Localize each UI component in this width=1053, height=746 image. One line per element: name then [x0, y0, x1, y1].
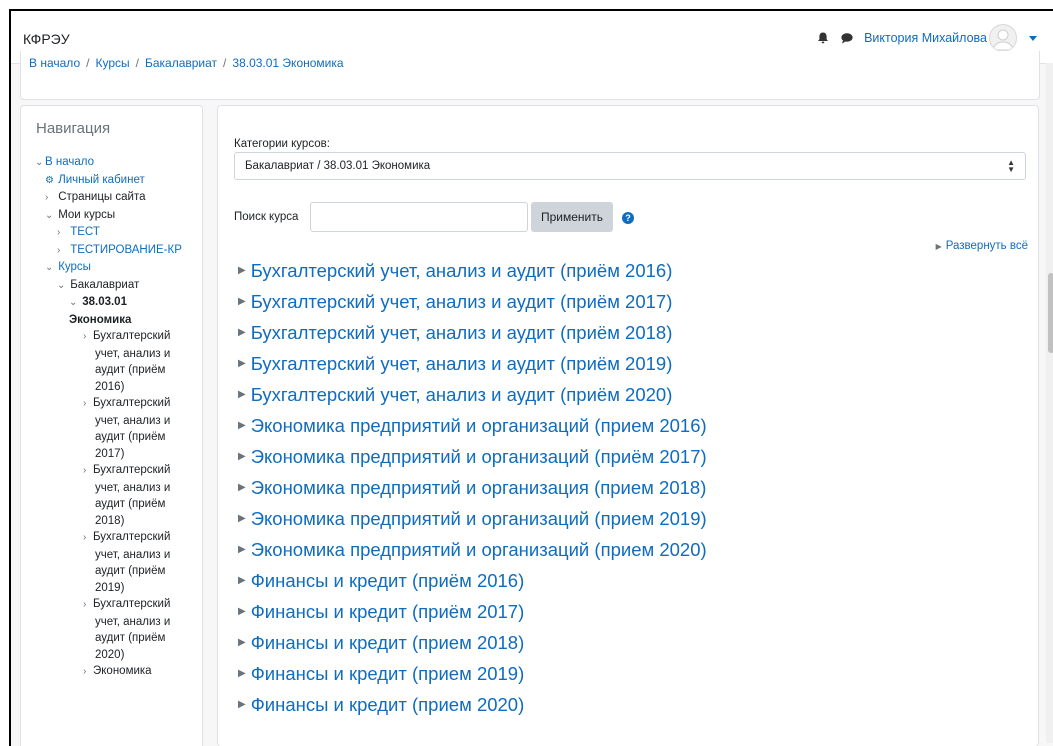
list-item[interactable]: ▶ Экономика предприятий и организаций (пр… — [238, 410, 707, 441]
user-menu-area: Виктория Михайлова — [816, 24, 1037, 52]
breadcrumb-bachelor[interactable]: Бакалавриат — [145, 56, 217, 70]
breadcrumb-current[interactable]: 38.03.01 Экономика — [232, 56, 343, 70]
chevron-right-icon: › — [83, 599, 87, 610]
triangle-right-icon: ▶ — [238, 605, 246, 617]
chevron-right-icon: › — [57, 244, 61, 256]
triangle-right-icon: ▶ — [238, 450, 246, 462]
expand-all-link[interactable]: ▶ Развернуть всё — [936, 240, 1028, 252]
triangle-right-icon: ▶ — [238, 512, 246, 524]
triangle-right-icon: ▶ — [238, 264, 246, 276]
browser-frame: КФРЭУ Виктория Михайлова В начало / Курсы /… — [9, 9, 1053, 746]
list-item[interactable]: ▶ Бухгалтерский учет, анализ и аудит (при… — [238, 286, 707, 317]
list-item[interactable]: ▶ Финансы и кредит (прием 2020) — [238, 689, 707, 720]
chevron-down-icon: ⌄ — [45, 209, 54, 221]
apply-button[interactable]: Применить — [531, 202, 613, 232]
list-item[interactable]: ▶ Экономика предприятий и организаций (пр… — [238, 441, 707, 472]
nav-courses[interactable]: ⌄ Курсы — [35, 259, 199, 277]
triangle-right-icon: ▶ — [238, 357, 246, 369]
nav-site-pages[interactable]: › Страницы сайта — [35, 189, 199, 207]
course-list: ▶ Бухгалтерский учет, анализ и аудит (при… — [238, 255, 707, 720]
triangle-right-icon: ▶ — [238, 326, 246, 338]
triangle-right-icon: ▶ — [935, 242, 942, 251]
list-item[interactable]: ▶ Экономика предприятий и организаций (пр… — [238, 503, 707, 534]
bell-icon[interactable] — [816, 31, 830, 45]
triangle-right-icon: ▶ — [238, 574, 246, 586]
select-arrows-icon: ▲ ▼ — [1007, 158, 1015, 174]
list-item[interactable]: ▶ Экономика предприятий и организаций (пр… — [238, 534, 707, 565]
page-header: В начало / Курсы / Бакалавриат/38.03.01 Экон… — [20, 51, 1040, 100]
triangle-right-icon: ▶ — [238, 667, 246, 679]
chevron-down-icon: ⌄ — [69, 297, 78, 308]
nav-sub-item[interactable]: › Бухгалтерский учет, анализ и аудит (приём… — [35, 596, 199, 663]
list-item[interactable]: ▶ Бухгалтерский учет, анализ и аудит (при… — [238, 317, 707, 348]
chevron-down-icon: ⌄ — [35, 157, 44, 168]
nav-sub-item[interactable]: › Бухгалтерский учет, анализ и аудит (приём… — [35, 529, 199, 596]
triangle-right-icon: ▶ — [238, 419, 246, 431]
chevron-right-icon: › — [83, 532, 87, 543]
list-item[interactable]: ▶ Бухгалтерский учет, анализ и аудит (при… — [238, 348, 707, 379]
breadcrumb: В начало / Курсы / Бакалавриат/38.03.01 Экон… — [29, 56, 344, 70]
nav-my-course-testing[interactable]: › ТЕСТИРОВАНИЕ-КР — [35, 242, 199, 260]
search-label: Поиск курса — [234, 211, 299, 223]
list-item[interactable]: ▶ Финансы и кредит (приём 2017) — [238, 596, 707, 627]
chat-icon[interactable] — [840, 31, 854, 45]
list-item[interactable]: ▶ Экономика предприятий и организация (пр… — [238, 472, 707, 503]
nav-dashboard[interactable]: ⚙ Личный кабинет — [35, 172, 199, 190]
course-category-panel: Категории курсов: Бакалавриат / 38.03.01… — [217, 105, 1039, 746]
help-icon[interactable]: ? — [622, 212, 634, 224]
search-input[interactable] — [310, 202, 528, 232]
avatar[interactable] — [989, 24, 1017, 52]
navigation-block: Навигация ⌄ В начало ⚙ Личный кабинет › С… — [20, 105, 203, 746]
chevron-right-icon: › — [57, 227, 61, 238]
nav-current-category[interactable]: ⌄ 38.03.01 — [35, 294, 199, 312]
navigation-title: Навигация — [36, 120, 111, 137]
nav-current-category-line2: Экономика — [69, 313, 132, 326]
nav-sub-item[interactable]: › Экономика — [35, 663, 199, 681]
chevron-right-icon: › — [83, 398, 87, 409]
chevron-down-icon[interactable] — [1029, 35, 1037, 41]
chevron-right-icon: › — [45, 192, 49, 203]
page-scrollbar[interactable] — [1046, 63, 1053, 743]
chevron-down-icon: ⌄ — [45, 262, 54, 273]
chevron-down-icon: ⌄ — [57, 279, 66, 291]
list-item[interactable]: ▶ Бухгалтерский учет, анализ и аудит (при… — [238, 255, 707, 286]
chevron-right-icon: › — [83, 331, 87, 342]
scrollbar-thumb[interactable] — [1048, 273, 1053, 353]
nav-my-course-test[interactable]: › ТЕСТ — [35, 224, 199, 242]
list-item[interactable]: ▶ Финансы и кредит (приём 2016) — [238, 565, 707, 596]
nav-sub-item[interactable]: › Бухгалтерский учет, анализ и аудит (приём… — [35, 395, 199, 462]
nav-home[interactable]: ⌄ В начало — [35, 154, 199, 172]
triangle-right-icon: ▶ — [238, 295, 246, 307]
triangle-right-icon: ▶ — [238, 388, 246, 400]
breadcrumb-home[interactable]: В начало — [29, 56, 80, 70]
user-name[interactable]: Виктория Михайлова — [864, 31, 987, 45]
triangle-right-icon: ▶ — [238, 481, 246, 493]
triangle-right-icon: ▶ — [238, 543, 246, 555]
triangle-right-icon: ▶ — [238, 636, 246, 648]
nav-my-courses[interactable]: ⌄ Мои курсы — [35, 207, 199, 225]
list-item[interactable]: ▶ Финансы и кредит (прием 2019) — [238, 658, 707, 689]
site-brand[interactable]: КФРЭУ — [23, 31, 70, 47]
category-select-value: Бакалавриат / 38.03.01 Экономика — [245, 160, 431, 172]
chevron-right-icon: › — [83, 465, 87, 476]
list-item[interactable]: ▶ Бухгалтерский учет, анализ и аудит (при… — [238, 379, 707, 410]
category-select[interactable]: Бакалавриат / 38.03.01 Экономика ▲ ▼ — [234, 152, 1026, 180]
nav-bachelor[interactable]: ⌄ Бакалавриат — [35, 277, 199, 295]
triangle-right-icon: ▶ — [238, 698, 246, 710]
navigation-tree: ⌄ В начало ⚙ Личный кабинет › Страницы са… — [35, 154, 199, 681]
chevron-right-icon: › — [83, 666, 87, 677]
nav-sub-item[interactable]: › Бухгалтерский учет, анализ и аудит (приём… — [35, 462, 199, 529]
category-label: Категории курсов: — [234, 138, 330, 150]
breadcrumb-courses[interactable]: Курсы — [95, 56, 129, 70]
nav-sub-item[interactable]: › Бухгалтерский учет, анализ и аудит (приём… — [35, 328, 199, 395]
dashboard-icon: ⚙ — [45, 174, 54, 186]
list-item[interactable]: ▶ Финансы и кредит (прием 2018) — [238, 627, 707, 658]
